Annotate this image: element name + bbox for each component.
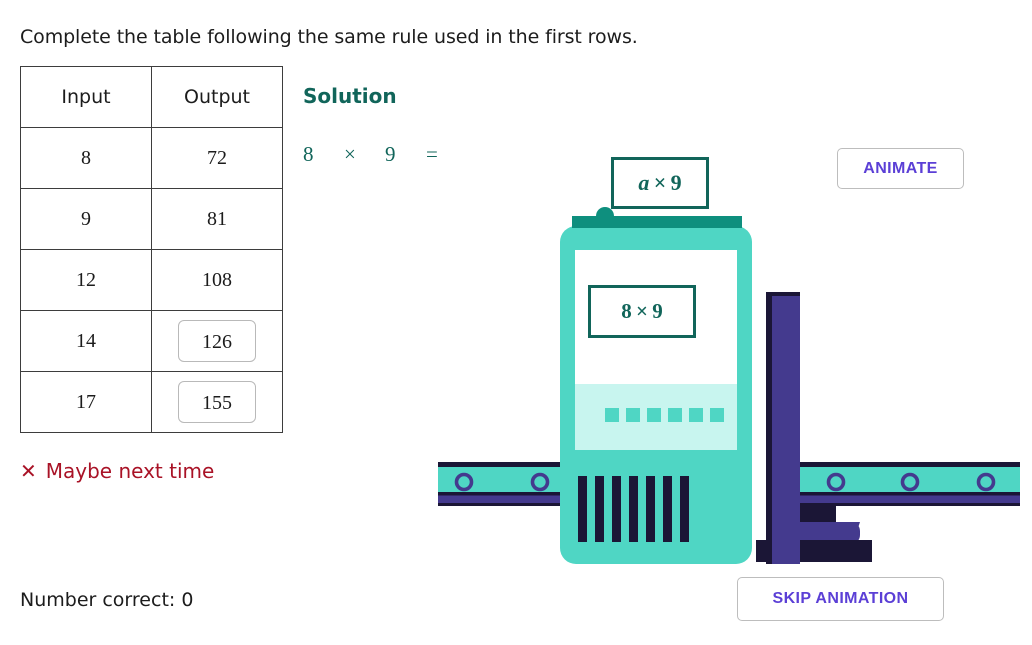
machine-support-pillar — [766, 292, 800, 564]
table-row: 9 81 — [20, 188, 283, 250]
table-row: 17 155 — [20, 371, 283, 433]
answer-input-row5[interactable]: 155 — [178, 381, 256, 423]
function-machine-illustration — [430, 140, 1020, 565]
rule-operator: × — [653, 170, 667, 195]
answer-input-row4[interactable]: 126 — [178, 320, 256, 362]
input-cell: 8 — [20, 127, 152, 189]
conveyor-belt-right — [766, 462, 1020, 506]
output-cell: 72 — [151, 127, 283, 189]
output-cell: 81 — [151, 188, 283, 250]
rule-variable: a — [638, 170, 650, 195]
skip-animation-button[interactable]: SKIP ANIMATION — [737, 577, 944, 621]
input-cell: 12 — [20, 249, 152, 311]
input-cell: 9 — [20, 188, 152, 250]
input-cell: 17 — [20, 371, 152, 433]
machine-top-hatch — [572, 207, 742, 228]
output-cell: 108 — [151, 249, 283, 311]
input-cell: 14 — [20, 310, 152, 372]
solution-heading: Solution — [303, 84, 397, 108]
output-cell: 155 — [151, 371, 283, 433]
cross-icon: ✕ — [20, 459, 37, 483]
rule-operand: 9 — [670, 170, 682, 195]
output-cell: 126 — [151, 310, 283, 372]
page-title: Complete the table following the same ru… — [20, 26, 638, 48]
table-row: 14 126 — [20, 310, 283, 372]
feedback-message: ✕ Maybe next time — [20, 459, 214, 483]
screen-operator: × — [636, 299, 648, 323]
screen-expression: 8 × 9 — [621, 299, 662, 324]
column-header-output: Output — [151, 66, 283, 128]
input-output-table: Input Output 8 72 9 81 12 108 14 126 17 … — [20, 66, 283, 433]
screen-label-box: 8 × 9 — [588, 285, 696, 338]
rule-expression: a × 9 — [638, 170, 681, 196]
rule-label-box: a × 9 — [611, 157, 709, 209]
screen-operand-left: 8 — [621, 299, 632, 323]
feedback-text: Maybe next time — [45, 459, 215, 483]
screen-operand-right: 9 — [652, 299, 663, 323]
table-header-row: Input Output — [20, 66, 283, 128]
multiplication-icon: × — [344, 142, 356, 166]
machine-body — [560, 226, 752, 564]
equation-operand-a: 8 — [303, 142, 314, 166]
table-row: 8 72 — [20, 127, 283, 189]
column-header-input: Input — [20, 66, 152, 128]
score-status: Number correct: 0 — [20, 589, 194, 611]
equation-operand-b: 9 — [385, 142, 396, 166]
table-row: 12 108 — [20, 249, 283, 311]
